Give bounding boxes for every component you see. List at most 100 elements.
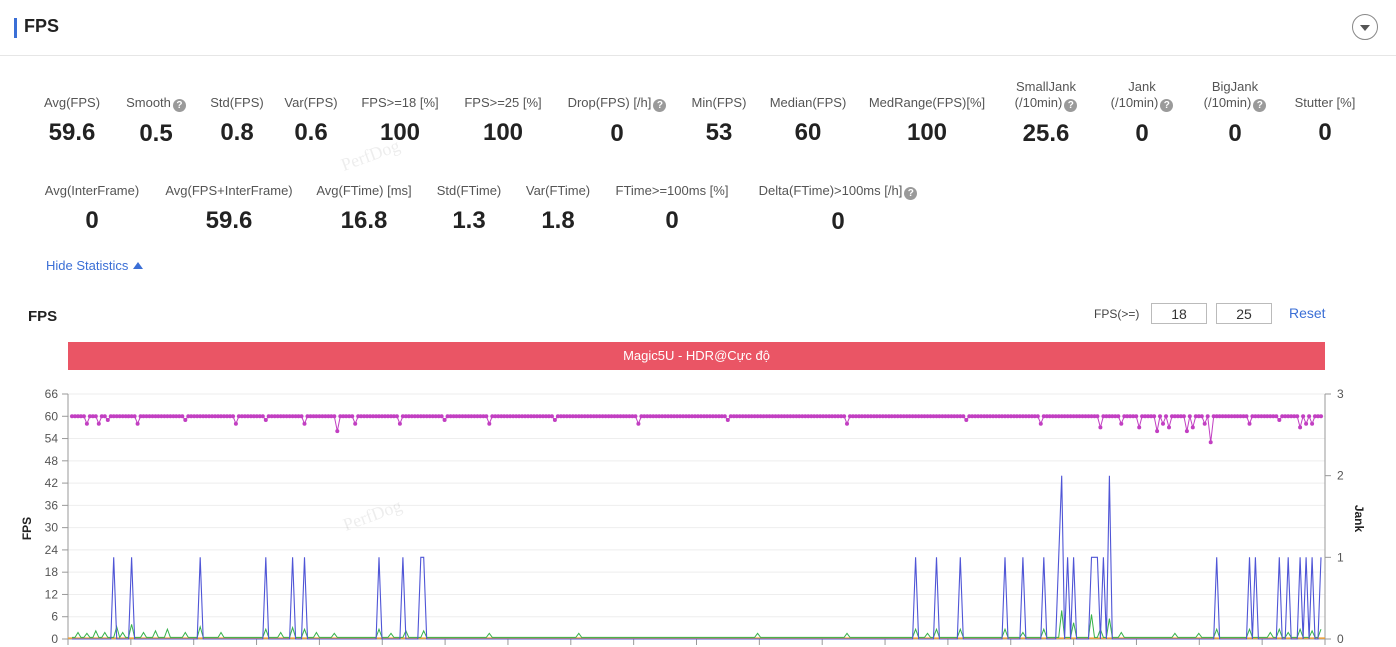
fps-point bbox=[1244, 414, 1249, 419]
y-left-tick-label: 36 bbox=[45, 498, 59, 512]
y-left-tick-label: 54 bbox=[45, 432, 59, 446]
fps-point bbox=[231, 414, 235, 419]
fps-point bbox=[1134, 414, 1139, 419]
fps-point bbox=[439, 414, 444, 419]
fps-point bbox=[1208, 440, 1213, 445]
stat-delta-ftime-100ms-h: Delta(FTime)>100ms [/h]? 0 bbox=[758, 183, 918, 236]
fps-point bbox=[961, 414, 966, 419]
y-left-tick-label: 30 bbox=[45, 521, 59, 535]
fps-point bbox=[394, 414, 399, 419]
y-left-tick-label: 60 bbox=[45, 409, 59, 423]
fps-point bbox=[332, 414, 337, 419]
header-accent-bar bbox=[14, 18, 17, 38]
fps-point bbox=[1298, 425, 1303, 430]
fps-point bbox=[105, 418, 110, 422]
fps-point bbox=[132, 414, 137, 419]
fps-point bbox=[484, 414, 489, 419]
y-left-tick-label: 18 bbox=[45, 565, 59, 579]
fps-point bbox=[1116, 414, 1121, 419]
fps-threshold-low-input[interactable] bbox=[1151, 303, 1207, 324]
fps-point bbox=[633, 414, 638, 419]
fps-point bbox=[487, 421, 492, 426]
fps-point bbox=[1301, 414, 1306, 419]
fps-point bbox=[135, 421, 140, 426]
fps-point bbox=[1247, 421, 1252, 426]
fps-point bbox=[552, 418, 557, 422]
stat-unit-text: (/10min) bbox=[1110, 95, 1159, 110]
fps-point bbox=[353, 421, 358, 426]
fps-point bbox=[1274, 414, 1279, 419]
collapse-button[interactable] bbox=[1352, 14, 1378, 40]
fps-point bbox=[1137, 425, 1142, 430]
y-left-tick-label: 0 bbox=[51, 632, 58, 646]
fps-point bbox=[442, 418, 447, 422]
fps-point bbox=[1152, 414, 1157, 419]
y-right-tick-label: 0 bbox=[1337, 632, 1344, 646]
y-right-axis-label: Jank bbox=[1352, 505, 1366, 533]
fps-point bbox=[180, 414, 185, 419]
y-left-tick-label: 66 bbox=[45, 387, 59, 401]
fps-point bbox=[350, 414, 355, 419]
y-right-tick-label: 3 bbox=[1337, 387, 1344, 401]
fps-point bbox=[1202, 421, 1207, 426]
hide-statistics-link[interactable]: Hide Statistics bbox=[46, 258, 144, 273]
series-jank-line bbox=[72, 475, 1322, 640]
fps-point bbox=[1307, 414, 1312, 419]
fps-point bbox=[1038, 421, 1043, 426]
fps-point bbox=[84, 421, 89, 426]
series-small-jank-line bbox=[72, 610, 1322, 639]
fps-point bbox=[1161, 421, 1165, 426]
fps-point bbox=[1190, 425, 1195, 430]
reset-button[interactable]: Reset bbox=[1289, 305, 1326, 321]
y-left-axis-label: FPS bbox=[20, 517, 34, 540]
stat-value: 0 bbox=[85, 207, 99, 234]
fps-point bbox=[1181, 414, 1186, 419]
fps-point bbox=[93, 414, 98, 419]
y-left-tick-label: 42 bbox=[45, 476, 59, 490]
stat-label-text: Stutter [%] bbox=[1294, 95, 1356, 110]
fps-threshold-label: FPS(>=) bbox=[1094, 307, 1140, 321]
stat-label: FTime>=100ms [%] bbox=[592, 183, 752, 199]
help-icon[interactable]: ? bbox=[904, 187, 918, 200]
chevron-down-icon bbox=[1360, 25, 1370, 31]
fps-point bbox=[335, 429, 340, 434]
stat-value: 0 bbox=[831, 208, 845, 235]
fps-point bbox=[1167, 425, 1171, 430]
fps-point bbox=[636, 421, 641, 426]
stat-label-text: FPS>=25 [%] bbox=[464, 95, 542, 110]
fps-point bbox=[1310, 421, 1315, 426]
fps-point bbox=[1035, 414, 1040, 419]
fps-point bbox=[1098, 425, 1103, 430]
fps-point bbox=[96, 421, 101, 426]
stat-label-text: Avg(InterFrame) bbox=[44, 183, 140, 198]
fps-point bbox=[1158, 414, 1162, 419]
fps-point bbox=[1187, 414, 1192, 419]
y-left-tick-label: 24 bbox=[45, 543, 59, 557]
fps-point bbox=[1205, 414, 1210, 419]
device-label-bar: Magic5U - HDR@Cực độ bbox=[68, 342, 1325, 370]
fps-point bbox=[1095, 414, 1100, 419]
stat-label: BigJank bbox=[1155, 79, 1315, 95]
stat-unit-text: (/10min) bbox=[1014, 95, 1063, 110]
fps-point bbox=[102, 414, 107, 419]
caret-up-icon bbox=[133, 262, 144, 269]
fps-point bbox=[263, 418, 268, 422]
fps-point bbox=[1277, 418, 1282, 422]
fps-threshold-high-input[interactable] bbox=[1216, 303, 1272, 324]
y-left-tick-label: 12 bbox=[45, 587, 59, 601]
fps-point bbox=[233, 421, 238, 426]
stat-stutter: Stutter [%] 0 bbox=[1245, 95, 1396, 147]
y-right-tick-label: 1 bbox=[1337, 550, 1344, 564]
fps-point bbox=[1119, 421, 1124, 426]
fps-point bbox=[1295, 414, 1300, 419]
stat-ftime-100ms: FTime>=100ms [%] 0 bbox=[592, 183, 752, 235]
y-left-tick-label: 48 bbox=[45, 454, 59, 468]
chart-title: FPS bbox=[28, 308, 58, 325]
fps-point bbox=[397, 421, 402, 426]
fps-point bbox=[1164, 414, 1168, 419]
fps-point bbox=[260, 414, 265, 419]
fps-point bbox=[725, 418, 730, 422]
stat-avg-interframe: Avg(InterFrame) 0 bbox=[12, 183, 172, 235]
fps-point bbox=[1304, 421, 1309, 426]
fps-point bbox=[81, 414, 86, 419]
